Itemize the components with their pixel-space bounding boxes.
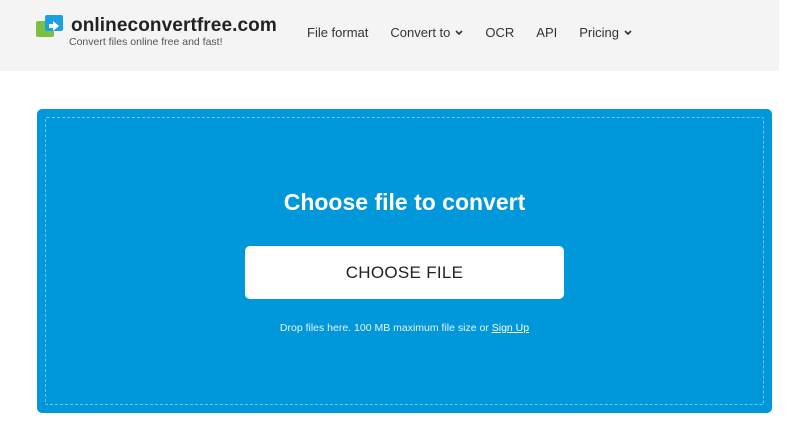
nav-item-label: API <box>536 25 558 40</box>
nav-item-label: File format <box>307 25 369 40</box>
site-header: onlineconvertfree.com Convert files onli… <box>0 0 779 71</box>
nav-item-convert-to[interactable]: Convert to <box>390 25 463 40</box>
sign-up-link[interactable]: Sign Up <box>492 322 529 334</box>
drop-note-text: Drop files here. 100 MB maximum file siz… <box>279 322 492 334</box>
nav-item-label: Pricing <box>579 25 619 40</box>
upload-title: Choose file to convert <box>283 189 526 215</box>
convert-arrows-icon <box>36 15 63 37</box>
nav-item-ocr[interactable]: OCR <box>485 25 514 40</box>
brand-name: onlineconvertfree.com <box>71 15 277 36</box>
upload-dropzone[interactable]: Choose file to convert CHOOSE FILE Drop … <box>37 109 772 413</box>
brand-logo[interactable]: onlineconvertfree.com Convert files onli… <box>36 15 277 48</box>
chevron-down-icon <box>455 29 463 35</box>
nav-item-label: OCR <box>485 25 515 40</box>
drop-note: Drop files here. 100 MB maximum file siz… <box>37 322 772 334</box>
nav-item-file-format[interactable]: File format <box>307 25 368 40</box>
nav-item-api[interactable]: API <box>536 25 557 40</box>
chevron-down-icon <box>624 29 632 35</box>
brand-tagline: Convert files online free and fast! <box>69 36 223 48</box>
main-nav: File format Convert to OCR API Pricing <box>307 25 654 40</box>
nav-item-label: Convert to <box>390 25 451 40</box>
nav-item-pricing[interactable]: Pricing <box>579 25 632 40</box>
scrollbar[interactable] <box>779 0 800 421</box>
choose-file-button[interactable]: CHOOSE FILE <box>245 246 564 299</box>
